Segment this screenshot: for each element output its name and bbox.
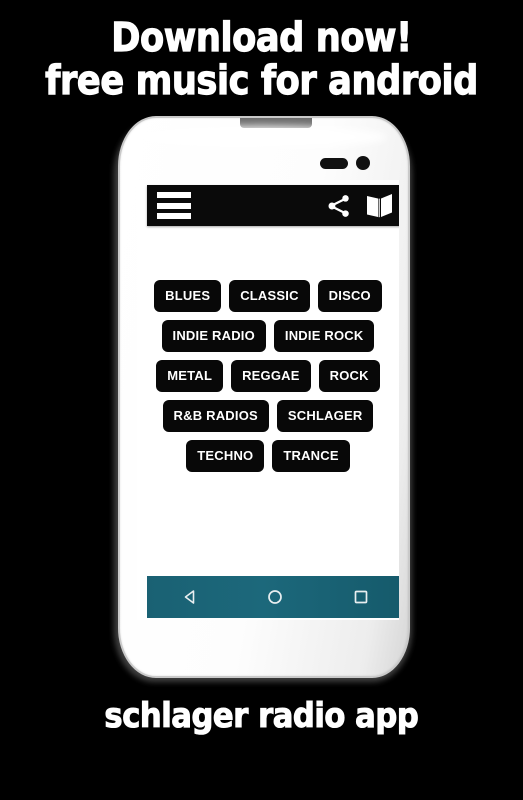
genre-row: TECHNO TRANCE — [137, 440, 399, 472]
genre-button-techno[interactable]: TECHNO — [186, 440, 265, 472]
phone-screen: BLUES CLASSIC DISCO INDIE RADIO INDIE RO… — [137, 180, 399, 620]
phone-body: BLUES CLASSIC DISCO INDIE RADIO INDIE RO… — [118, 116, 410, 678]
phone-mockup: BLUES CLASSIC DISCO INDIE RADIO INDIE RO… — [108, 112, 418, 687]
back-triangle-icon[interactable] — [170, 582, 210, 612]
genre-row: BLUES CLASSIC DISCO — [137, 280, 399, 312]
headline-line-1: Download now! — [111, 15, 413, 61]
share-icon[interactable] — [322, 191, 356, 221]
genre-button-rock[interactable]: ROCK — [318, 360, 380, 392]
genre-row: INDIE RADIO INDIE ROCK — [137, 320, 399, 352]
android-nav-bar — [147, 576, 399, 618]
app-name-caption: schlager radio app — [0, 695, 523, 736]
hamburger-menu-icon[interactable] — [157, 192, 191, 219]
genre-button-indie-rock[interactable]: INDIE ROCK — [273, 320, 375, 352]
headline-line-2: free music for android — [45, 57, 479, 104]
home-circle-icon[interactable] — [255, 582, 295, 612]
earpiece-speaker-icon — [320, 158, 348, 169]
genre-button-classic[interactable]: CLASSIC — [229, 280, 310, 312]
hamburger-bar — [157, 192, 191, 198]
recents-square-icon[interactable] — [341, 582, 381, 612]
app-bar — [147, 185, 399, 226]
headline: Download now! free music for android — [0, 15, 523, 104]
promo-banner: Download now! free music for android BLU… — [0, 0, 523, 800]
hamburger-bar — [157, 213, 191, 219]
genre-button-reggae[interactable]: REGGAE — [231, 360, 311, 392]
genre-button-disco[interactable]: DISCO — [317, 280, 382, 312]
genre-row: METAL REGGAE ROCK — [137, 360, 399, 392]
genre-button-trance[interactable]: TRANCE — [272, 440, 350, 472]
genre-button-schlager[interactable]: SCHLAGER — [276, 400, 374, 432]
phone-glare — [138, 126, 388, 148]
hamburger-bar — [157, 202, 191, 209]
app-name-caption-text: schlager radio app — [104, 695, 419, 736]
genre-button-blues[interactable]: BLUES — [154, 280, 222, 312]
genre-row: R&B RADIOS SCHLAGER — [137, 400, 399, 432]
genre-grid: BLUES CLASSIC DISCO INDIE RADIO INDIE RO… — [137, 280, 399, 480]
genre-button-rnb-radios[interactable]: R&B RADIOS — [162, 400, 269, 432]
genre-button-indie-radio[interactable]: INDIE RADIO — [161, 320, 266, 352]
genre-button-metal[interactable]: METAL — [156, 360, 224, 392]
front-camera-icon — [356, 156, 370, 170]
open-book-icon[interactable] — [363, 191, 397, 221]
